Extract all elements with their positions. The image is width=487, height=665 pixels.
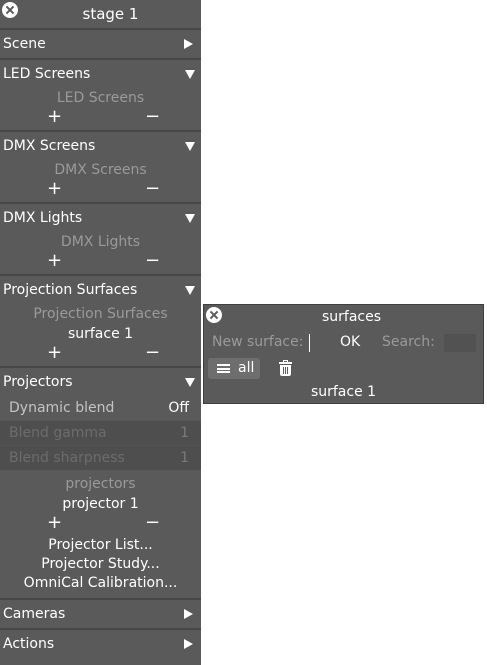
section-label: DMX Lights [3, 210, 83, 226]
panel-title-bar: stage 1 [0, 0, 201, 28]
param-label: Blend sharpness [9, 450, 125, 466]
triangle-down-icon[interactable] [185, 142, 195, 151]
add-dmx-screen-button[interactable]: + [47, 178, 62, 199]
triangle-down-icon[interactable] [185, 378, 195, 387]
dmx-screens-add-remove: + − [0, 178, 201, 202]
ok-button[interactable]: OK [340, 334, 360, 350]
section-label: Scene [3, 36, 46, 52]
blend-gamma-value: 1 [180, 425, 189, 441]
search-label: Search: [382, 334, 435, 350]
triangle-right-icon[interactable] [184, 39, 193, 49]
trash-icon[interactable] [279, 360, 292, 376]
remove-led-screen-button[interactable]: − [145, 106, 160, 127]
triangle-down-icon[interactable] [185, 214, 195, 223]
omnical-calibration-button[interactable]: OmniCal Calibration... [0, 574, 201, 593]
remove-dmx-screen-button[interactable]: − [145, 178, 160, 199]
new-surface-label: New surface: [212, 334, 304, 350]
add-dmx-light-button[interactable]: + [47, 250, 62, 271]
list-item[interactable]: projector 1 [0, 494, 201, 514]
stage-panel: stage 1 Scene LED Screens LED Screens + … [0, 0, 201, 665]
param-label: Blend gamma [9, 425, 107, 441]
dynamic-blend-toggle[interactable]: Off [168, 396, 189, 420]
triangle-right-icon[interactable] [184, 609, 193, 619]
projector-study-button[interactable]: Projector Study... [0, 555, 201, 574]
all-label: all [238, 360, 255, 376]
section-label: DMX Screens [3, 138, 96, 154]
remove-projector-button[interactable]: − [145, 512, 160, 533]
section-label: Cameras [3, 606, 66, 622]
list-item[interactable]: surface 1 [204, 384, 483, 400]
projector-list-button[interactable]: Projector List... [0, 536, 201, 555]
section-header-scene[interactable]: Scene [0, 28, 201, 58]
search-input[interactable] [444, 334, 476, 352]
remove-dmx-light-button[interactable]: − [145, 250, 160, 271]
remove-surface-button[interactable]: − [145, 342, 160, 363]
projectors-add-remove: + − [0, 512, 201, 536]
blend-sharpness-value: 1 [180, 450, 189, 466]
surfaces-dialog: surfaces New surface: OK Search: all sur… [203, 304, 484, 404]
dynamic-blend-row[interactable]: Dynamic blend Off [0, 396, 201, 420]
section-header-cameras[interactable]: Cameras [0, 598, 201, 628]
panel-title: stage 1 [82, 5, 139, 23]
dialog-title: surfaces [321, 309, 382, 325]
list-icon [217, 364, 230, 373]
section-header-led-screens[interactable]: LED Screens [0, 58, 201, 88]
new-surface-input[interactable] [309, 334, 336, 352]
projection-surfaces-add-remove: + − [0, 342, 201, 366]
section-header-projectors[interactable]: Projectors [0, 366, 201, 396]
section-label: Projectors [3, 374, 73, 390]
section-header-projection-surfaces[interactable]: Projection Surfaces [0, 274, 201, 304]
blend-sharpness-row: Blend sharpness 1 [0, 445, 201, 470]
triangle-down-icon[interactable] [185, 286, 195, 295]
section-label: Projection Surfaces [3, 282, 138, 298]
add-projector-button[interactable]: + [47, 512, 62, 533]
blend-gamma-row: Blend gamma 1 [0, 420, 201, 445]
section-header-dmx-screens[interactable]: DMX Screens [0, 130, 201, 160]
dmx-lights-add-remove: + − [0, 250, 201, 274]
add-led-screen-button[interactable]: + [47, 106, 62, 127]
all-filter-button[interactable]: all [208, 358, 260, 379]
list-item[interactable]: surface 1 [0, 324, 201, 344]
projectors-list-placeholder: projectors [65, 476, 136, 492]
projection-surfaces-list-placeholder: Projection Surfaces [33, 306, 168, 322]
triangle-right-icon[interactable] [184, 639, 193, 649]
section-header-dmx-lights[interactable]: DMX Lights [0, 202, 201, 232]
led-screens-add-remove: + − [0, 106, 201, 130]
dmx-lights-list-placeholder: DMX Lights [60, 234, 141, 250]
section-label: LED Screens [3, 66, 91, 82]
param-label: Dynamic blend [9, 400, 115, 416]
triangle-down-icon[interactable] [185, 70, 195, 79]
add-surface-button[interactable]: + [47, 342, 62, 363]
section-label: Actions [3, 636, 55, 652]
section-header-actions[interactable]: Actions [0, 628, 201, 658]
dmx-screens-list-placeholder: DMX Screens [54, 162, 147, 178]
led-screens-list-placeholder: LED Screens [56, 90, 145, 106]
